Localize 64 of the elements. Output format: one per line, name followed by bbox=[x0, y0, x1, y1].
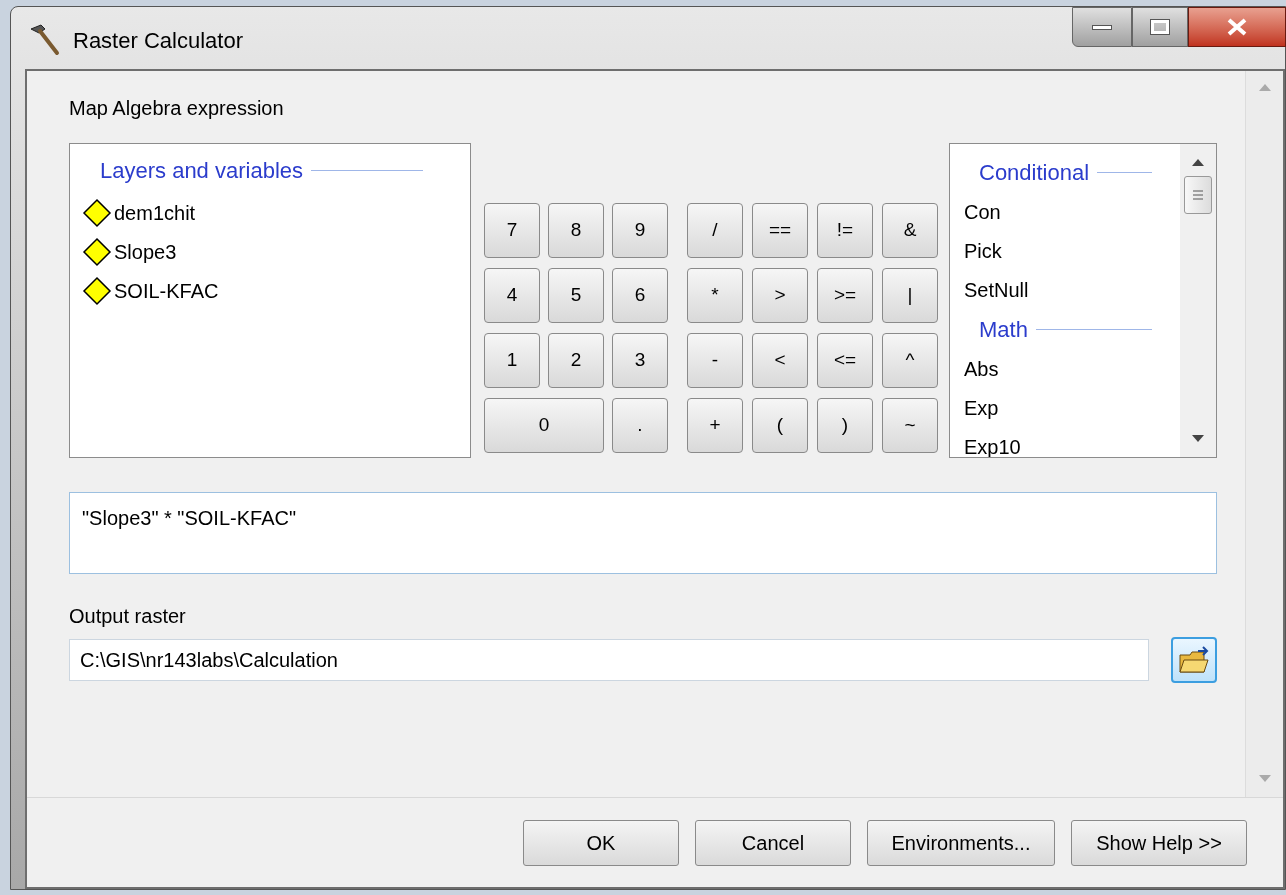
functions-list[interactable]: Conditional Con Pick SetNull Math Abs Exp Exp10 bbox=[949, 143, 1217, 458]
function-item[interactable]: SetNull bbox=[964, 274, 1029, 305]
calculator-key[interactable]: * bbox=[687, 268, 743, 323]
calculator-key[interactable]: ~ bbox=[882, 398, 938, 453]
scroll-thumb[interactable] bbox=[1184, 176, 1212, 214]
calculator-key[interactable]: >= bbox=[817, 268, 873, 323]
calculator-key[interactable]: . bbox=[612, 398, 668, 453]
calculator-key[interactable]: 5 bbox=[548, 268, 604, 323]
list-header: Layers and variables bbox=[100, 157, 303, 185]
folder-icon bbox=[1178, 645, 1210, 675]
list-header: Conditional bbox=[979, 158, 1090, 187]
scroll-up-icon[interactable] bbox=[1192, 158, 1204, 166]
layer-diamond-icon bbox=[82, 236, 112, 267]
calculator-key[interactable]: <= bbox=[817, 333, 873, 388]
calculator-key[interactable]: 1 bbox=[484, 333, 540, 388]
scroll-down-icon[interactable] bbox=[1192, 435, 1204, 443]
window-title: Raster Calculator bbox=[73, 26, 243, 55]
calculator-key[interactable]: 2 bbox=[548, 333, 604, 388]
dialog-button[interactable]: Environments... bbox=[867, 819, 1055, 866]
calculator-key[interactable]: 8 bbox=[548, 203, 604, 258]
function-item[interactable]: Pick bbox=[964, 235, 1002, 266]
maximize-button[interactable] bbox=[1132, 7, 1188, 47]
calculator-key[interactable]: 4 bbox=[484, 268, 540, 323]
dialog-button[interactable]: Show Help >> bbox=[1071, 819, 1247, 866]
layer-diamond-icon bbox=[82, 275, 112, 306]
close-icon bbox=[1226, 18, 1248, 36]
expression-field[interactable]: "Slope3" * "SOIL-KFAC" bbox=[69, 492, 1217, 574]
layer-item[interactable]: dem1chit bbox=[114, 197, 196, 228]
calculator-key[interactable]: | bbox=[882, 268, 938, 323]
layers-list[interactable]: Layers and variables dem1chit Slope3 SOIL-KFAC bbox=[69, 143, 471, 458]
browse-folder-button[interactable] bbox=[1171, 637, 1217, 683]
calculator-key[interactable]: / bbox=[687, 203, 743, 258]
dialog-button[interactable]: Cancel bbox=[695, 819, 851, 866]
calculator-key[interactable]: & bbox=[882, 203, 938, 258]
calculator-key[interactable]: 0 bbox=[484, 398, 604, 453]
list-header: Math bbox=[979, 315, 1028, 344]
calculator-key[interactable]: 6 bbox=[612, 268, 668, 323]
grip-icon bbox=[1192, 189, 1204, 201]
calculator-key[interactable]: == bbox=[752, 203, 808, 258]
layer-diamond-icon bbox=[82, 197, 112, 228]
calculator-key[interactable]: 7 bbox=[484, 203, 540, 258]
minimize-button[interactable] bbox=[1072, 7, 1132, 47]
calculator-key[interactable]: < bbox=[752, 333, 808, 388]
function-item[interactable]: Exp10 bbox=[964, 431, 1021, 457]
calculator-key[interactable]: - bbox=[687, 333, 743, 388]
close-button[interactable] bbox=[1188, 7, 1286, 47]
function-item[interactable]: Exp bbox=[964, 392, 999, 423]
expression-label: Map Algebra expression bbox=[69, 96, 285, 121]
function-item[interactable]: Abs bbox=[964, 353, 999, 384]
dialog-button[interactable]: OK bbox=[523, 819, 679, 866]
calculator-key[interactable]: ( bbox=[752, 398, 808, 453]
layer-item[interactable]: SOIL-KFAC bbox=[114, 275, 219, 306]
calculator-key[interactable]: ) bbox=[817, 398, 873, 453]
calculator-key[interactable]: > bbox=[752, 268, 808, 323]
layer-item[interactable]: Slope3 bbox=[114, 236, 177, 267]
function-item[interactable]: Con bbox=[964, 196, 1001, 227]
calculator-key[interactable]: 9 bbox=[612, 203, 668, 258]
calculator-key[interactable]: + bbox=[687, 398, 743, 453]
output-field[interactable]: C:\GIS\nr143labs\Calculation bbox=[69, 639, 1149, 681]
calculator-key[interactable]: != bbox=[817, 203, 873, 258]
output-label: Output raster bbox=[69, 604, 187, 629]
scrollbar[interactable] bbox=[1180, 144, 1216, 457]
calculator-key[interactable]: ^ bbox=[882, 333, 938, 388]
calculator-key[interactable]: 3 bbox=[612, 333, 668, 388]
